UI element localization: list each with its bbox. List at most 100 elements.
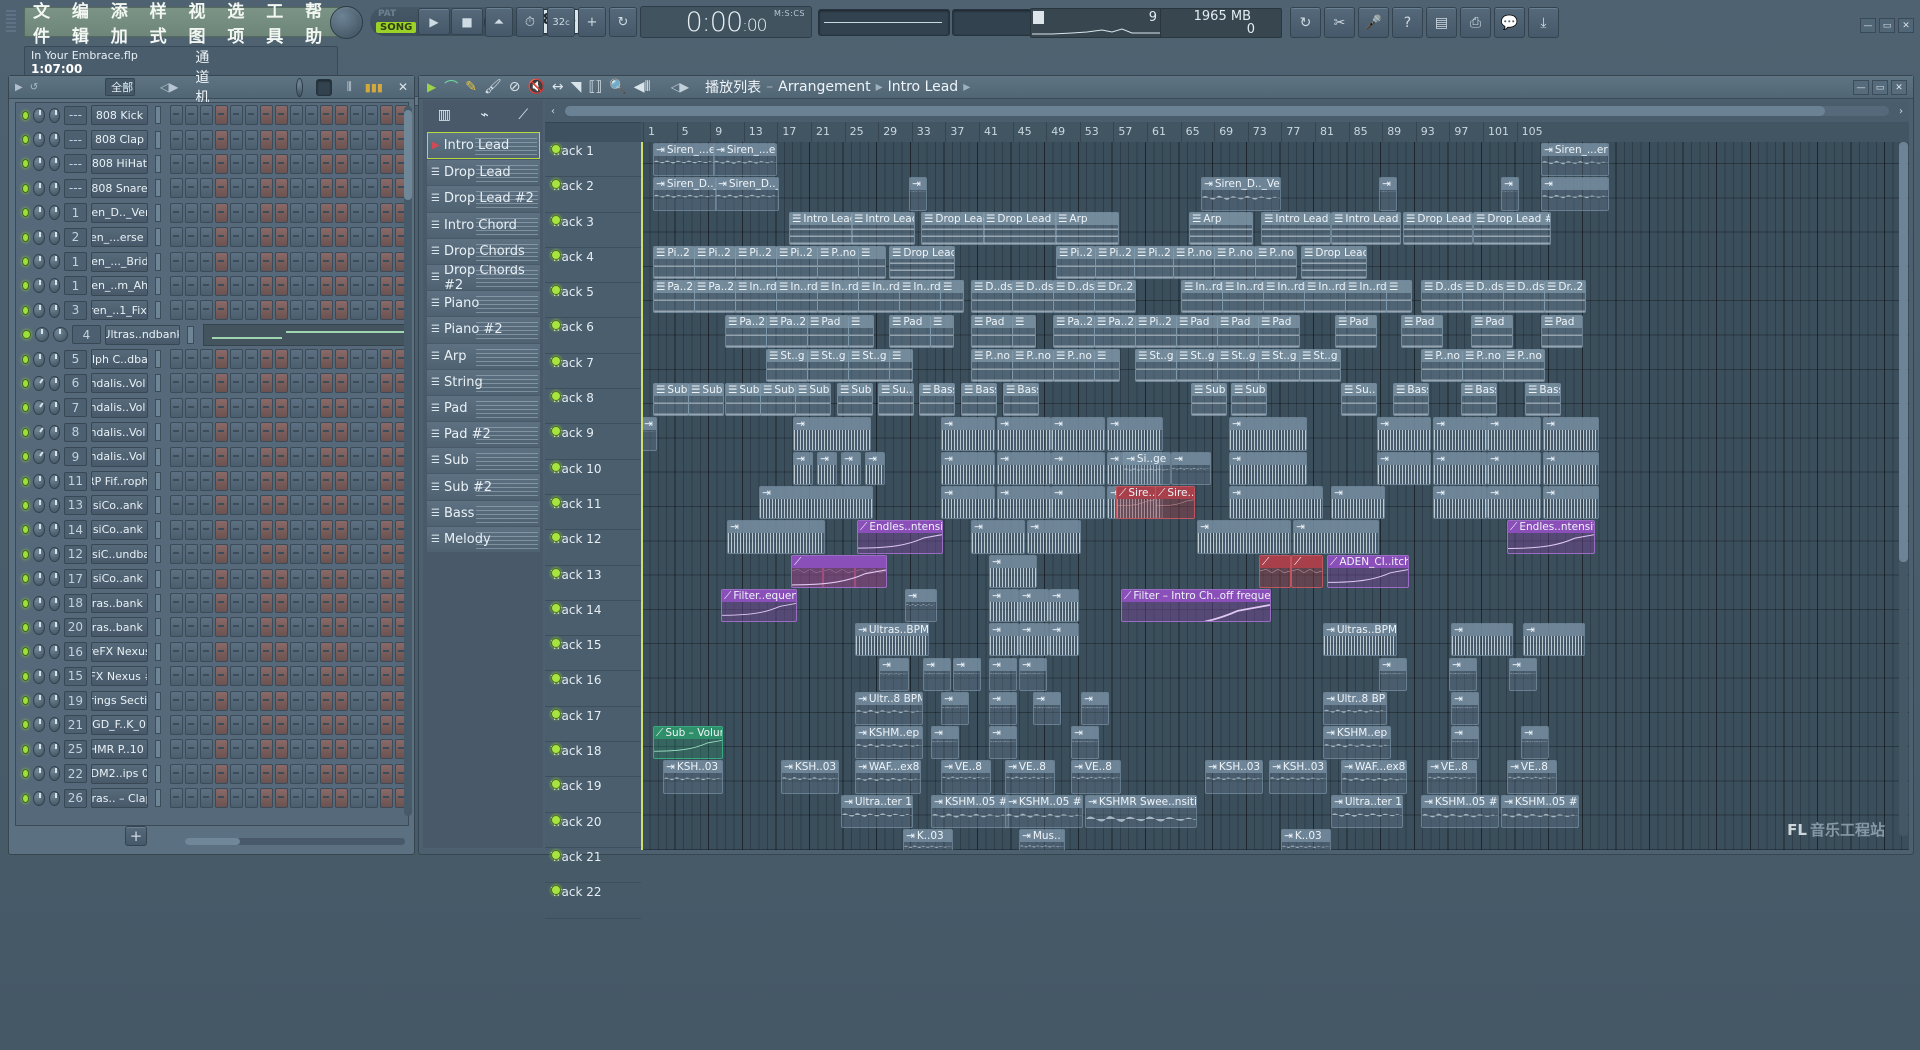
channel-name[interactable]: Siren_...erse #2 [90, 227, 149, 248]
playlist-clip[interactable]: ⇥ KSH..03 [1269, 760, 1327, 794]
step-button[interactable] [349, 251, 363, 272]
track-header[interactable]: Track 15··· [545, 636, 641, 672]
channel-volume-knob[interactable] [48, 546, 61, 562]
step-button[interactable] [214, 763, 228, 784]
channel-enable-led[interactable] [22, 281, 30, 291]
step-button[interactable] [289, 617, 303, 638]
playlist-clip[interactable]: ⇥ [1197, 520, 1291, 554]
pattern-song-toggle[interactable]: PAT SONG [374, 9, 417, 34]
step-button[interactable] [214, 568, 228, 589]
step-button[interactable] [184, 397, 198, 418]
step-button[interactable] [244, 397, 258, 418]
playlist-clip[interactable]: ⇥ [727, 520, 825, 554]
step-button[interactable] [334, 129, 348, 150]
playlist-clip[interactable]: ☰ [1094, 348, 1120, 383]
step-button[interactable] [379, 593, 393, 613]
step-button[interactable] [319, 300, 333, 321]
channel-pan-knob[interactable] [33, 132, 45, 148]
channel-enable-led[interactable] [22, 671, 30, 681]
menu-patterns[interactable]: 样式 [150, 0, 178, 47]
channel-name[interactable]: 808 HiHat [90, 153, 149, 174]
chevron-left-icon[interactable]: ‹ [545, 102, 561, 120]
expand-icon[interactable]: ▶ [427, 80, 436, 94]
channel-row[interactable]: 5Ralph C..dbank [16, 347, 408, 371]
playlist-clip[interactable]: ⇥ [941, 691, 969, 726]
breadcrumb-pattern[interactable]: Intro Lead [888, 79, 959, 95]
playlist-clip[interactable]: ⇥ [1509, 657, 1537, 691]
track-header[interactable]: Track 4··· [545, 248, 641, 284]
channel-name[interactable]: Vandalis..Vol 16 [90, 446, 149, 467]
channel-mixer-number[interactable]: 7 [64, 398, 87, 418]
playlist-clip[interactable]: ⇥Ultra..ter 12 [841, 794, 913, 828]
step-button[interactable] [274, 373, 288, 394]
step-button[interactable] [319, 227, 333, 248]
track-header[interactable]: Track 18··· [545, 742, 641, 778]
step-button[interactable] [274, 593, 288, 613]
channel-pan-knob[interactable] [33, 595, 45, 611]
playlist-clip[interactable]: ⇥Siren_...erse #2 [1541, 143, 1609, 177]
step-button[interactable] [304, 227, 318, 248]
channel-mixer-number[interactable]: --- [64, 154, 87, 174]
minimize-button[interactable]: — [1853, 80, 1869, 95]
playlist-clip[interactable]: ☰ In..rd [1263, 280, 1305, 314]
step-button[interactable] [319, 178, 333, 199]
playlist-clip[interactable]: ⇥ [1541, 177, 1609, 211]
playlist-clip[interactable]: ⟋Filter – Intro Ch..off frequency #2 [1121, 588, 1271, 623]
step-button[interactable] [259, 129, 273, 150]
step-button[interactable] [184, 202, 198, 223]
track-header[interactable]: Track 7··· [545, 354, 641, 390]
step-button[interactable] [289, 495, 303, 516]
playlist-clip[interactable]: ⇥ VE..8 [941, 760, 991, 794]
playlist-clip[interactable]: ☰ Dr..2 [1544, 280, 1586, 314]
channel-name[interactable]: Ultras..ndbank [104, 324, 181, 345]
step-button[interactable] [184, 617, 198, 638]
step-button[interactable] [169, 690, 183, 711]
step-button[interactable] [214, 617, 228, 638]
step-button[interactable] [199, 788, 213, 809]
playlist-clip[interactable]: ⇥ [1293, 520, 1379, 554]
step-button[interactable] [274, 666, 288, 687]
channel-mixer-number[interactable]: 26 [64, 788, 87, 808]
step-button[interactable] [319, 544, 333, 565]
menu-add[interactable]: 添加 [111, 0, 139, 47]
playlist-clip[interactable]: ☰ [930, 314, 954, 348]
step-button[interactable] [169, 714, 183, 735]
playlist-clip[interactable]: ☰ P..no [1255, 245, 1297, 280]
playlist-clip[interactable]: ☰ Pad [971, 314, 1013, 348]
step-button[interactable] [289, 422, 303, 443]
channel-mixer-number[interactable]: 25 [64, 739, 87, 759]
playlist-clip[interactable]: ⇥ [865, 451, 885, 485]
playlist-clip[interactable]: ☰ Pad [1401, 314, 1443, 348]
step-button[interactable] [334, 788, 348, 809]
step-button[interactable] [379, 105, 393, 126]
step-button[interactable] [319, 129, 333, 150]
step-button[interactable] [244, 251, 258, 272]
step-button[interactable] [214, 544, 228, 565]
channel-name[interactable]: Siren_..._Bridge [90, 251, 149, 272]
channel-enable-led[interactable] [22, 159, 30, 169]
playlist-clip[interactable]: ☰ In..rd [1345, 280, 1387, 314]
channel-pan-knob[interactable] [33, 668, 45, 684]
pattern-list-item[interactable]: ☰ Drop Chords [427, 238, 540, 264]
step-button[interactable] [289, 349, 303, 370]
step-button[interactable] [334, 739, 348, 760]
playlist-clip[interactable]: ⇥ [997, 486, 1051, 520]
step-button[interactable] [169, 568, 183, 589]
step-button[interactable] [274, 129, 288, 150]
step-button[interactable] [274, 471, 288, 492]
step-button[interactable] [259, 349, 273, 370]
mic-icon[interactable]: 🎤 [1358, 7, 1389, 38]
channel-enable-led[interactable] [22, 208, 30, 218]
step-button[interactable] [244, 153, 258, 174]
step-button[interactable] [379, 617, 393, 638]
step-button[interactable] [379, 129, 393, 150]
step-button[interactable] [379, 495, 393, 516]
playlist-clip[interactable]: ⇥ [989, 691, 1017, 726]
channel-volume-knob[interactable] [48, 644, 61, 660]
step-button[interactable] [364, 666, 378, 687]
step-button[interactable] [214, 788, 228, 809]
playlist-clip[interactable]: ⇥ Si..ge [1123, 451, 1171, 485]
playlist-clip[interactable]: ⇥ WAF...ex8 [855, 760, 921, 794]
playlist-clip[interactable]: ⇥ K..03 [1281, 829, 1331, 850]
step-button[interactable] [349, 422, 363, 443]
